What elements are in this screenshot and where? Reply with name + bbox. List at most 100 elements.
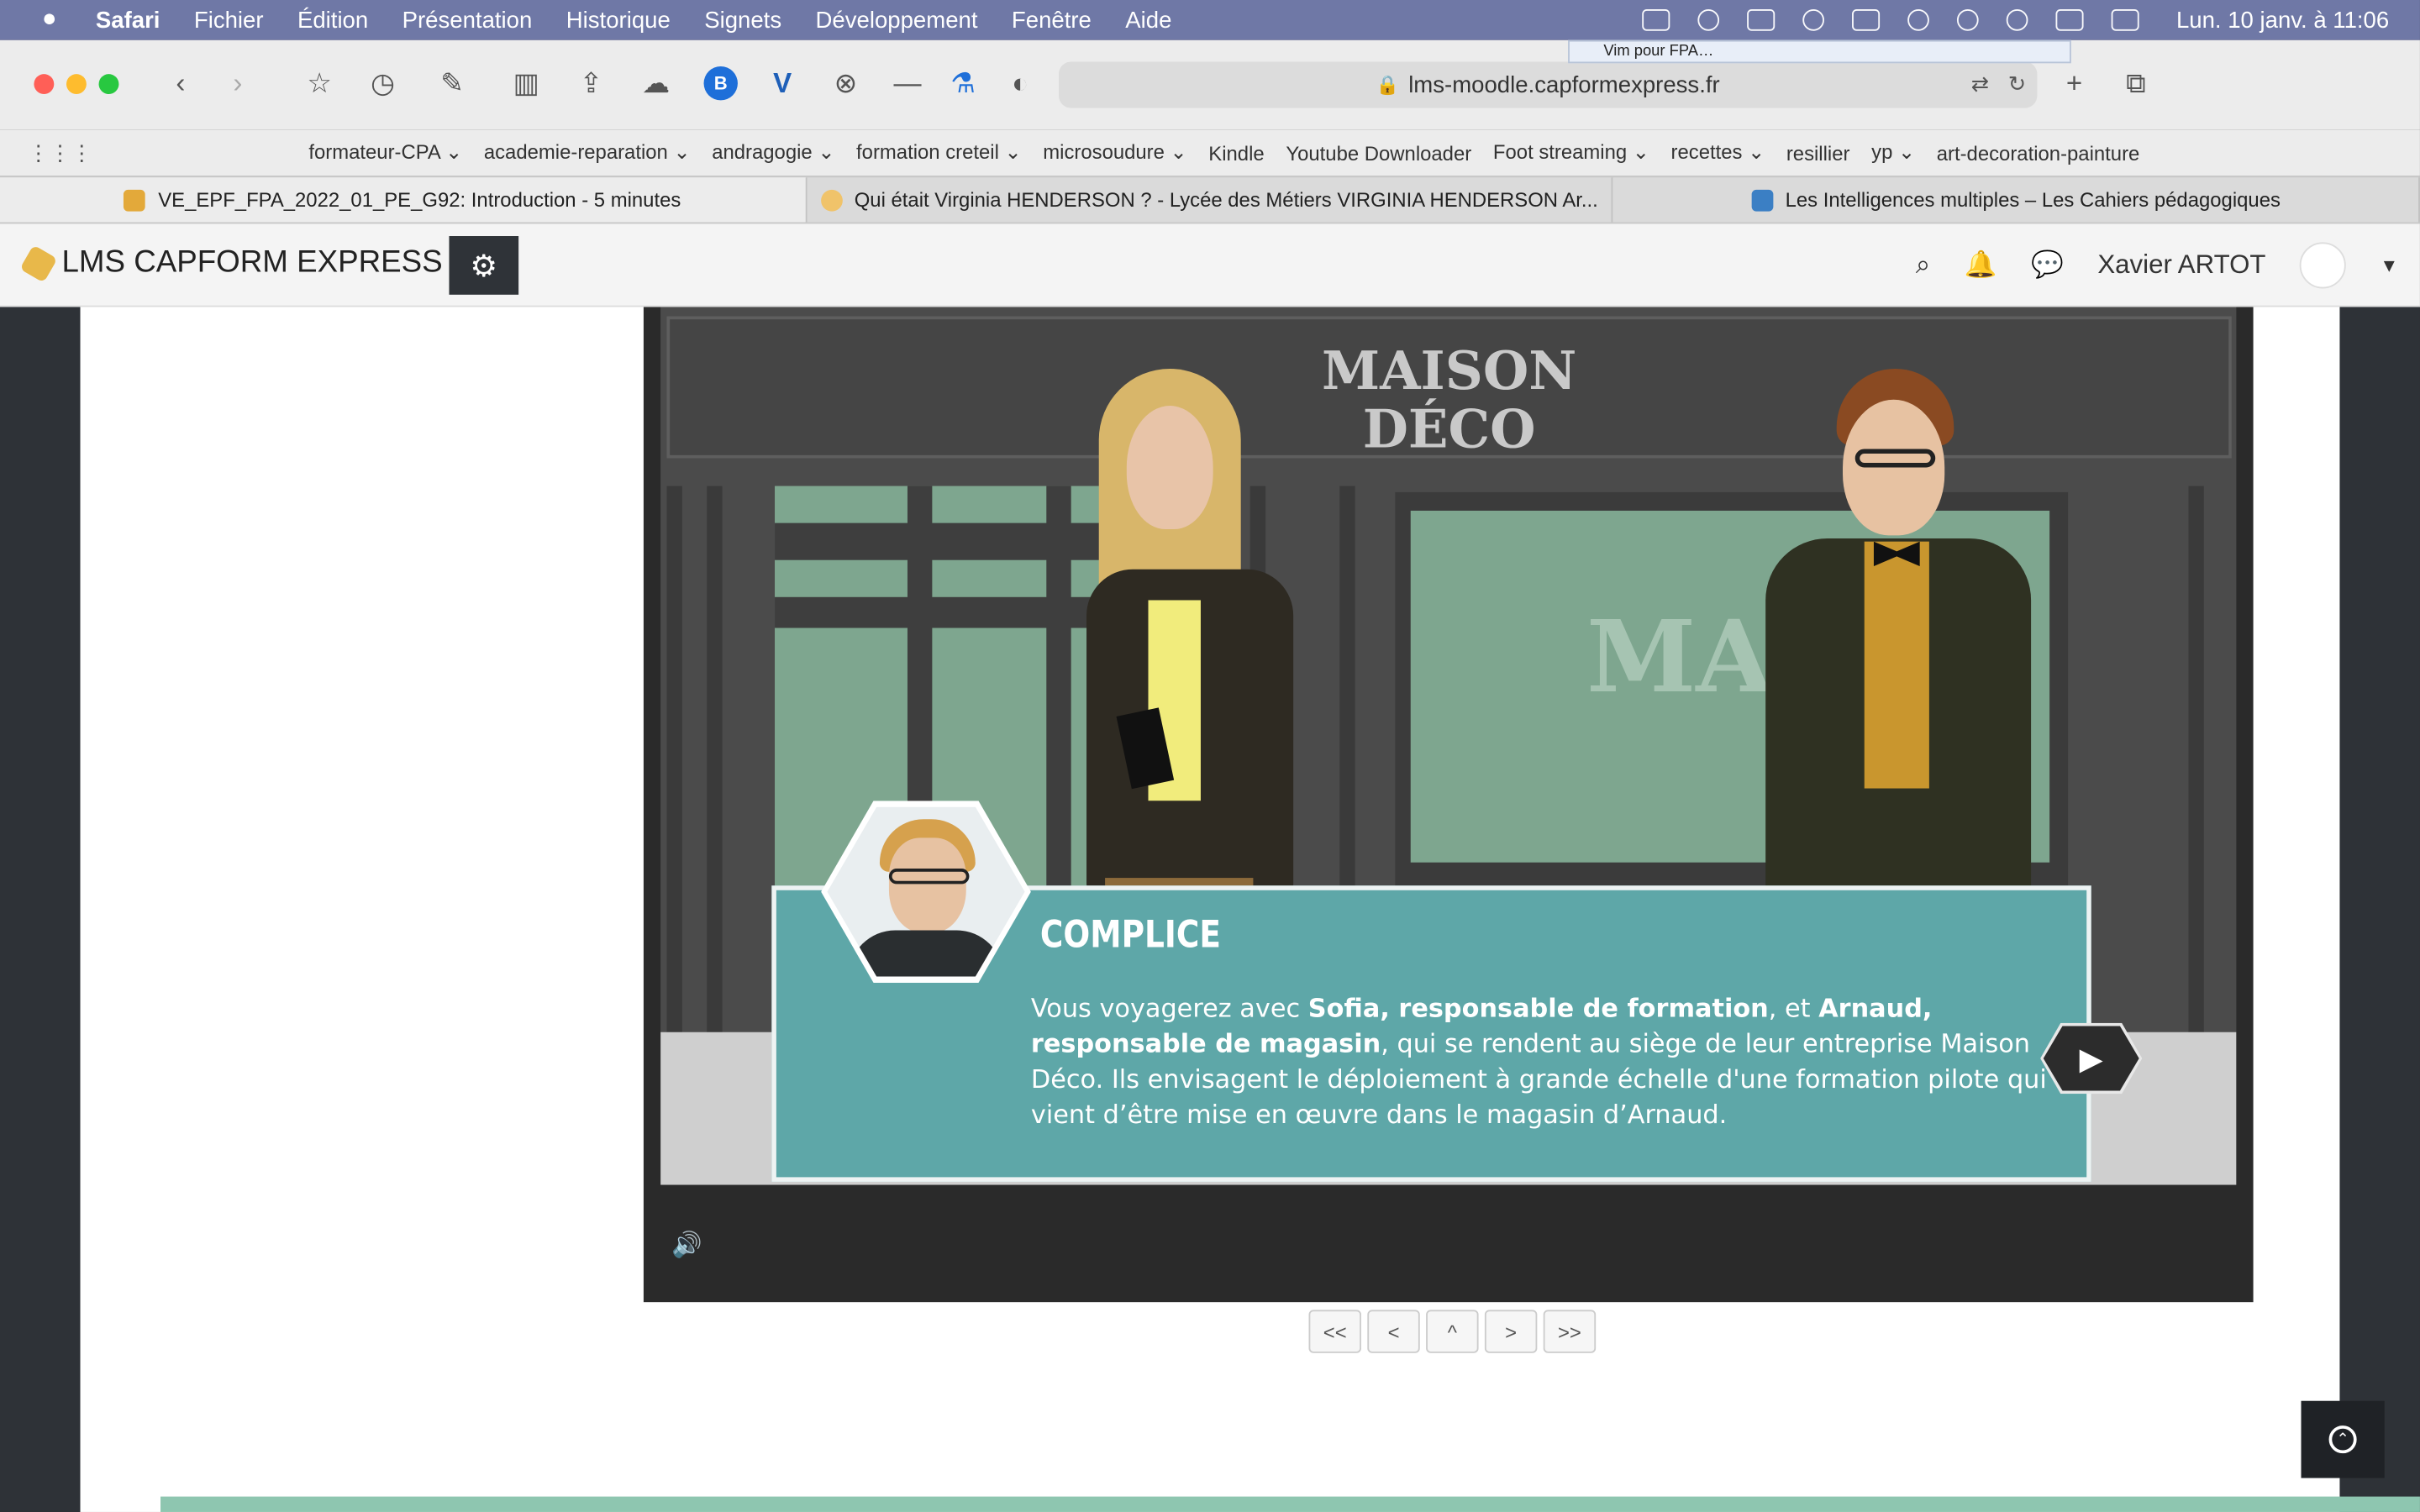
next-play-button[interactable]: ▶ xyxy=(2043,1026,2139,1091)
control-center-icon[interactable] xyxy=(2111,9,2139,31)
url-text: lms-moodle.capformexpress.fr xyxy=(1408,71,1720,98)
bookmark-yp[interactable]: yp ⌄ xyxy=(1871,140,1915,165)
page-background: MAISON DÉCO MA COMPLICE Vous voyagerez a… xyxy=(0,307,2420,1512)
menu-aide[interactable]: Aide xyxy=(1125,7,1171,33)
lms-brand[interactable]: LMS CAPFORM EXPRESS xyxy=(19,244,443,282)
menu-developpement[interactable]: Développement xyxy=(816,7,978,33)
first-sco-button[interactable]: << xyxy=(1308,1310,1361,1353)
bookmark-star-icon[interactable]: ☆ xyxy=(302,66,336,100)
dialog-text-part: , et xyxy=(1768,993,1819,1023)
macos-menubar: ● Safari Fichier Édition Présentation Hi… xyxy=(0,0,2420,40)
flask-icon[interactable] xyxy=(1697,9,1720,31)
share-icon[interactable]: ⇪ xyxy=(574,66,608,100)
tab-title: Les Intelligences multiples – Les Cahier… xyxy=(1785,188,2281,212)
apps-grid-icon[interactable]: ⋮⋮⋮ xyxy=(28,139,92,165)
dialog-text: Vous voyagerez avec Sofia, responsable d… xyxy=(1031,990,2049,1132)
history-icon[interactable]: ◷ xyxy=(366,66,399,100)
bookmark-kindle[interactable]: Kindle xyxy=(1208,141,1264,165)
tab-virginia-henderson[interactable]: Qui était Virginia HENDERSON ? - Lycée d… xyxy=(807,177,1613,223)
search-icon[interactable]: ⌕ xyxy=(1916,250,1931,281)
menu-signets[interactable]: Signets xyxy=(704,7,781,33)
bookmark-microsoudure[interactable]: microsoudure ⌄ xyxy=(1043,140,1186,165)
tab-title: Qui était Virginia HENDERSON ? - Lycée d… xyxy=(854,188,1598,212)
menu-edition[interactable]: Édition xyxy=(297,7,368,33)
glasses-icon xyxy=(1854,449,1936,468)
pillar xyxy=(666,486,682,1042)
tab-intelligences-multiples[interactable]: Les Intelligences multiples – Les Cahier… xyxy=(1613,177,2420,223)
user-name[interactable]: Xavier ARTOT xyxy=(2097,250,2265,281)
battery-icon[interactable] xyxy=(2055,9,2084,31)
play-icon: ▶ xyxy=(2079,1042,2103,1077)
extension-dash-icon[interactable]: — xyxy=(891,66,924,100)
camera-icon[interactable] xyxy=(1642,9,1670,31)
lock-icon: 🔒 xyxy=(1376,74,1400,96)
close-window-button[interactable] xyxy=(34,74,55,95)
annotate-icon[interactable]: ✎ xyxy=(435,66,469,100)
bookmark-resillier[interactable]: resillier xyxy=(1786,141,1850,165)
cloud-icon[interactable]: ☁ xyxy=(639,66,672,100)
bookmark-art-decoration[interactable]: art-decoration-painture xyxy=(1937,141,2140,165)
extension-b-icon[interactable]: B xyxy=(703,66,738,101)
translate-icon[interactable]: ⇄ xyxy=(1963,66,1996,100)
shirt xyxy=(1864,541,1929,789)
bookmark-recettes[interactable]: recettes ⌄ xyxy=(1671,140,1765,165)
volume-icon[interactable] xyxy=(1907,9,1930,31)
bluetooth-icon[interactable] xyxy=(2006,9,2028,31)
settings-gear-button[interactable]: ⚙ xyxy=(449,236,519,295)
main-content: MAISON DÉCO MA COMPLICE Vous voyagerez a… xyxy=(80,307,2420,1512)
tab-introduction[interactable]: VE_EPF_FPA_2022_01_PE_G92: Introduction … xyxy=(0,177,807,223)
menu-app-name[interactable]: Safari xyxy=(96,7,160,33)
apple-icon[interactable]: ● xyxy=(34,6,65,34)
new-tab-icon[interactable]: + xyxy=(2057,66,2091,100)
glasses-icon xyxy=(888,869,970,885)
moodle-favicon-icon xyxy=(124,188,146,211)
menu-fenetre[interactable]: Fenêtre xyxy=(1012,7,1092,33)
bookmark-formation-creteil[interactable]: formation creteil ⌄ xyxy=(856,140,1021,165)
menu-presentation[interactable]: Présentation xyxy=(402,7,533,33)
forward-icon[interactable]: › xyxy=(221,66,255,100)
cahiers-favicon-icon xyxy=(1751,188,1773,211)
address-bar[interactable]: 🔒 lms-moodle.capformexpress.fr xyxy=(1058,61,2038,108)
extension-dice-icon[interactable]: ⊗ xyxy=(829,66,862,100)
shield-icon[interactable]: ◐ xyxy=(1003,66,1037,100)
bookmark-formateur-cpa[interactable]: formateur-CPA ⌄ xyxy=(308,140,462,165)
bell-icon[interactable]: 🔔 xyxy=(1965,250,1997,281)
bookmarks-bar: ⋮⋮⋮ formateur-CPA ⌄ academie-reparation … xyxy=(0,129,2420,176)
clock[interactable]: Lun. 10 janv. à 11:06 xyxy=(2176,7,2389,33)
menu-fichier[interactable]: Fichier xyxy=(194,7,264,33)
lms-navbar: LMS CAPFORM EXPRESS ⚙ ⌕ 🔔 💬 Xavier ARTOT… xyxy=(0,223,2420,307)
back-icon[interactable]: ‹ xyxy=(164,66,197,100)
tab-overview-icon[interactable]: ⧉ xyxy=(2119,66,2153,100)
last-sco-button[interactable]: >> xyxy=(1543,1310,1597,1353)
app-icon[interactable] xyxy=(1802,9,1825,31)
up-button[interactable]: ^ xyxy=(1426,1310,1479,1353)
back-to-top-button[interactable]: ⌃ xyxy=(2301,1400,2385,1478)
window-logo-icon: MA xyxy=(1586,600,1773,717)
volume-icon[interactable]: 🔊 xyxy=(671,1230,702,1261)
menu-historique[interactable]: Historique xyxy=(566,7,671,33)
bookmark-andragogie[interactable]: andragogie ⌄ xyxy=(712,140,834,165)
zoom-window-button[interactable] xyxy=(98,74,119,95)
face xyxy=(1126,406,1213,529)
lms-user-area: ⌕ 🔔 💬 Xavier ARTOT ▼ xyxy=(1916,239,2398,291)
extension-flask-icon[interactable]: ⚗ xyxy=(946,66,980,100)
window-icon[interactable] xyxy=(1852,9,1881,31)
sidebar-icon[interactable]: ▥ xyxy=(509,66,543,100)
scorm-player: MAISON DÉCO MA COMPLICE Vous voyagerez a… xyxy=(643,307,2254,1303)
minimize-window-button[interactable] xyxy=(66,74,87,95)
previous-sco-button[interactable]: < xyxy=(1367,1310,1420,1353)
wifi-icon[interactable] xyxy=(1957,9,1979,31)
bookmark-youtube-downloader[interactable]: Youtube Downloader xyxy=(1286,141,1471,165)
extension-v-icon[interactable]: V xyxy=(765,66,799,100)
display-icon[interactable] xyxy=(1747,9,1776,31)
bookmark-foot-streaming[interactable]: Foot streaming ⌄ xyxy=(1493,140,1649,165)
extension-tooltip: Vim pour FPA… xyxy=(1568,39,2071,64)
reload-icon[interactable]: ↻ xyxy=(2000,66,2033,100)
chevron-down-icon[interactable]: ▼ xyxy=(2380,255,2398,276)
messages-icon[interactable]: 💬 xyxy=(2031,250,2064,281)
speaker-portrait xyxy=(821,801,1031,983)
bookmark-academie-reparation[interactable]: academie-reparation ⌄ xyxy=(484,140,691,165)
avatar[interactable] xyxy=(2299,242,2346,289)
school-favicon-icon xyxy=(820,188,843,211)
next-sco-button[interactable]: > xyxy=(1484,1310,1538,1353)
